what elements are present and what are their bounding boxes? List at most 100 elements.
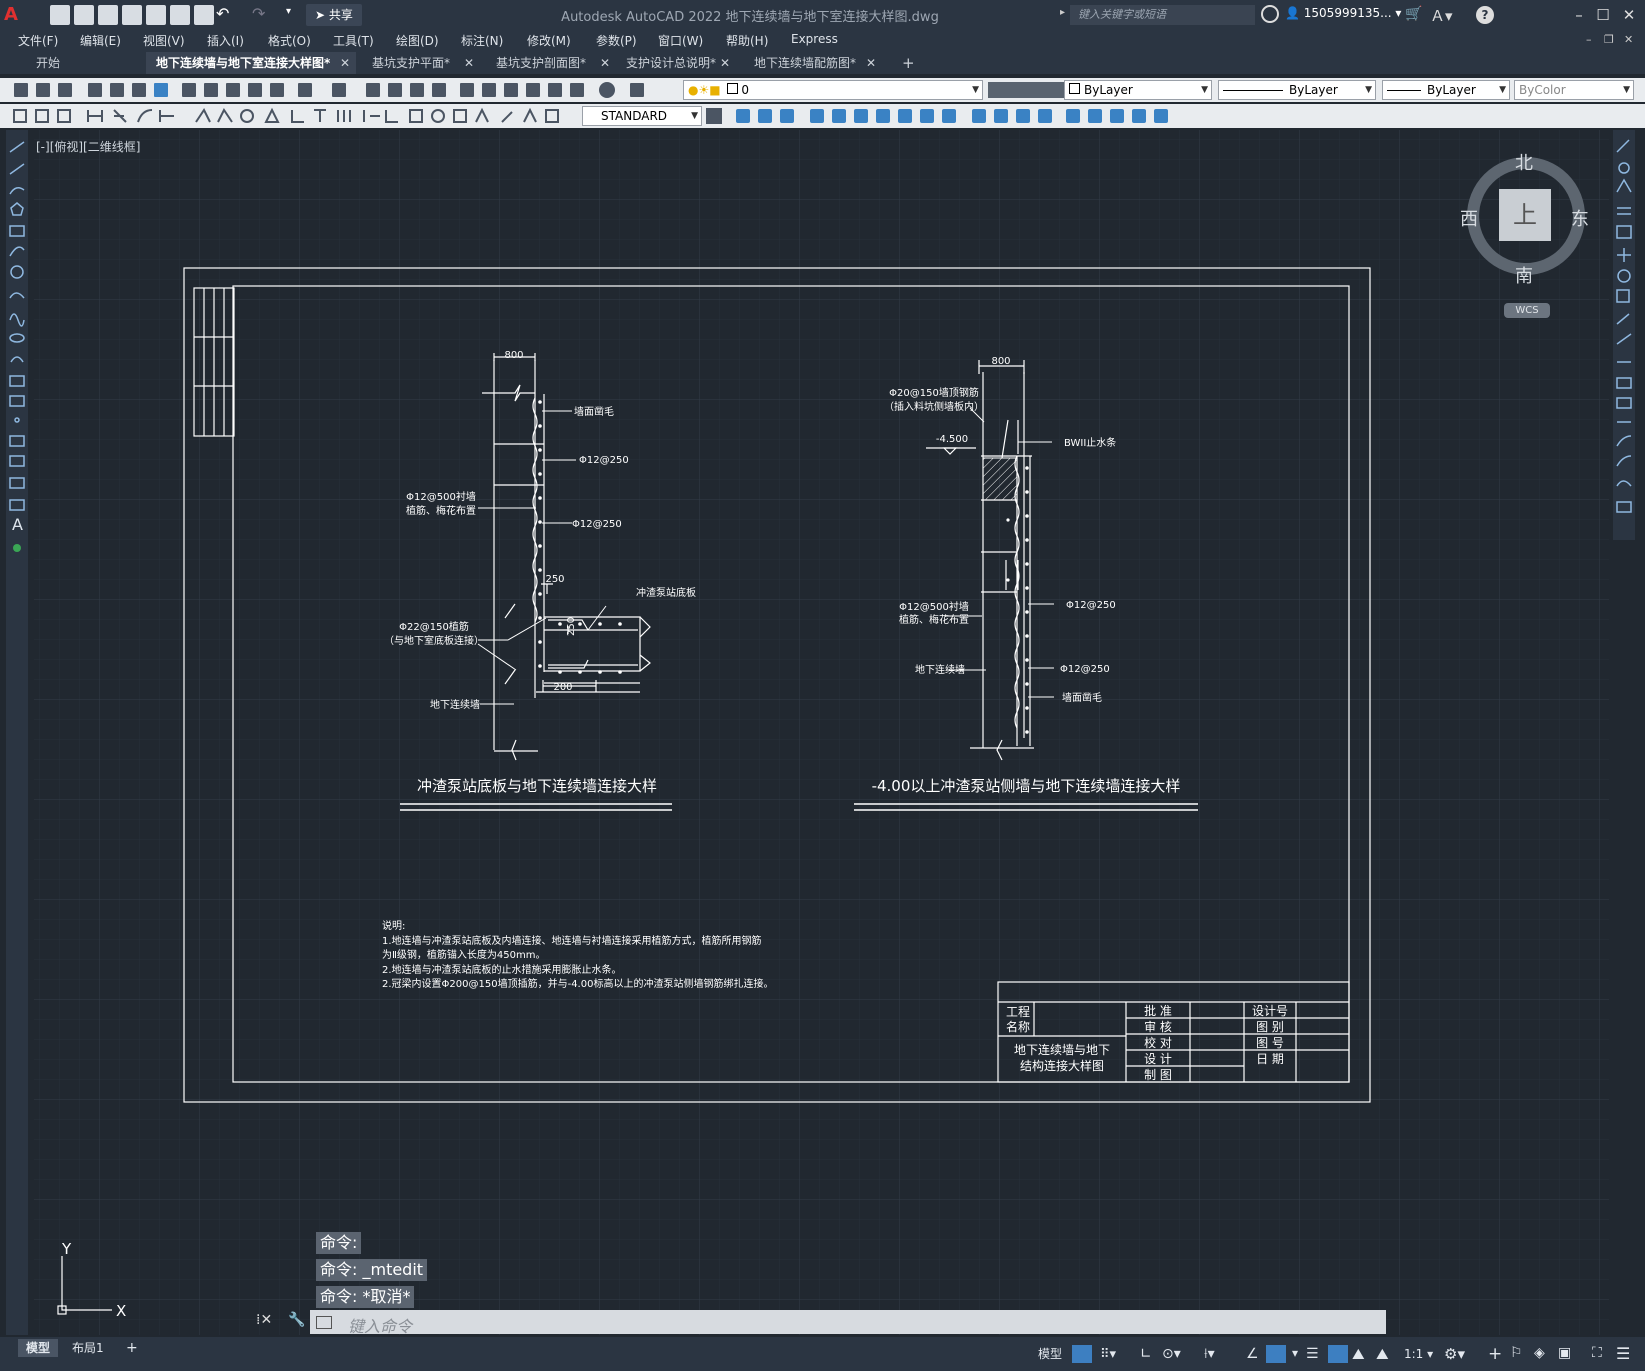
snap-toggle-icon[interactable]: ⠿▾ <box>1100 1347 1116 1362</box>
isodraft-icon[interactable]: ⟊▾ <box>1204 1346 1215 1362</box>
annotation-scale-icon[interactable]: ⛰ <box>1376 1345 1389 1363</box>
clean-screen-icon[interactable]: ▣ <box>1558 1345 1571 1361</box>
compass-west[interactable]: 西 <box>1460 205 1478 231</box>
workspace-gear-icon[interactable]: ⚙▾ <box>1444 1345 1465 1363</box>
save-icon[interactable] <box>98 5 118 25</box>
search-icon[interactable] <box>1261 5 1279 23</box>
isolate-objects-icon[interactable]: ⚐ <box>1510 1345 1523 1361</box>
polar-toggle-icon[interactable]: ⊙▾ <box>1162 1346 1181 1362</box>
linetype-combo[interactable]: ByLayer ▼ <box>1218 80 1376 100</box>
fullscreen-icon[interactable]: ⛶ <box>1592 1345 1602 1361</box>
lineweight-toggle-icon[interactable]: ☰ <box>1306 1346 1319 1362</box>
auto-scale-icon[interactable]: ⛰ <box>1352 1345 1365 1363</box>
close-command-icon[interactable]: ⁞✕ <box>256 1312 272 1328</box>
close-icon[interactable]: ✕ <box>1618 4 1640 26</box>
tab-label: 地下连续墙与地下室连接大样图* <box>156 56 331 70</box>
undo-icon[interactable]: ↶ <box>216 4 229 23</box>
doc-minimize-icon[interactable]: – <box>1586 33 1592 46</box>
new-file-icon[interactable] <box>50 5 70 25</box>
tab-connection-detail[interactable]: 地下连续墙与地下室连接大样图* ✕ <box>146 52 356 74</box>
search-input[interactable]: 键入关键字或短语 <box>1070 5 1255 25</box>
dim-update-icon[interactable] <box>706 108 722 124</box>
modify-palette-icons[interactable] <box>1613 130 1635 540</box>
tab-close-icon[interactable]: ✕ <box>866 52 876 74</box>
new-tab-button[interactable]: + <box>892 52 918 74</box>
menu-view[interactable]: 视图(V) <box>143 32 185 49</box>
autodesk-a360-icon[interactable]: Ａ▾ <box>1430 5 1453 26</box>
layer-tools-icons[interactable] <box>988 82 1064 98</box>
compass-north[interactable]: 北 <box>1515 149 1533 175</box>
object-snap-tracking-icon[interactable]: ∠ <box>1246 1346 1259 1362</box>
menu-format[interactable]: 格式(O) <box>268 32 311 49</box>
text-style-combo[interactable]: STANDARD ▼ <box>582 106 702 126</box>
redo-icon[interactable]: ↷ <box>252 4 265 23</box>
dimension-toolbar-icons[interactable] <box>10 106 580 126</box>
qat-dropdown-icon[interactable]: ▾ <box>286 6 291 17</box>
ortho-toggle-icon[interactable]: ∟ <box>1140 1346 1152 1362</box>
draw-palette-icons[interactable]: A <box>6 130 28 580</box>
menu-help[interactable]: 帮助(H) <box>726 32 768 49</box>
customization-menu-icon[interactable]: ☰ <box>1616 1344 1630 1363</box>
search-expand-icon[interactable]: ▸ <box>1060 7 1065 18</box>
annotation-visibility-icon[interactable] <box>1328 1345 1348 1363</box>
open-file-icon[interactable] <box>74 5 94 25</box>
object-snap-icon[interactable] <box>1266 1345 1286 1363</box>
tab-close-icon[interactable]: ✕ <box>340 52 350 74</box>
tab-start[interactable]: 开始 <box>26 52 136 74</box>
tab-close-icon[interactable]: ✕ <box>720 52 730 74</box>
hardware-acceleration-icon[interactable]: ◈ <box>1534 1345 1545 1361</box>
tab-pit-plan[interactable]: 基坑支护平面* ✕ <box>362 52 480 74</box>
wcs-menu[interactable]: WCS <box>1504 303 1550 318</box>
tab-reinforcement[interactable]: 地下连续墙配筋图* ✕ <box>744 52 882 74</box>
lineweight-combo[interactable]: ByLayer ▼ <box>1382 80 1510 100</box>
drawing-viewport[interactable]: 800 250 250 200 墙面凿毛 Φ12@250 Φ12@250 Φ12… <box>34 130 1609 1335</box>
tab-design-notes[interactable]: 支护设计总说明* ✕ <box>616 52 736 74</box>
menu-parametric[interactable]: 参数(P) <box>596 32 637 49</box>
plus-icon[interactable]: + <box>1488 1344 1502 1364</box>
grid-toggle-icon[interactable] <box>1072 1345 1092 1363</box>
doc-restore-icon[interactable]: ❐ <box>1604 33 1614 46</box>
user-account[interactable]: 👤 1505999135... ▾ <box>1285 6 1401 20</box>
help-icon[interactable]: ? <box>1476 6 1494 24</box>
web-mobile-save-icon[interactable] <box>170 5 190 25</box>
autocad-logo-icon[interactable]: A <box>4 4 34 26</box>
compass-south[interactable]: 南 <box>1515 262 1533 288</box>
standard-toolbar-icons[interactable] <box>10 80 670 100</box>
menu-draw[interactable]: 绘图(D) <box>396 32 439 49</box>
menu-tools[interactable]: 工具(T) <box>333 32 374 49</box>
scale-dropdown[interactable]: 1:1 ▾ <box>1404 1347 1433 1361</box>
color-combo[interactable]: ByLayer ▼ <box>1064 80 1212 100</box>
doc-close-icon[interactable]: ✕ <box>1624 33 1633 46</box>
tab-pit-section[interactable]: 基坑支护剖面图* ✕ <box>486 52 616 74</box>
menu-insert[interactable]: 插入(I) <box>207 32 244 49</box>
menu-modify[interactable]: 修改(M) <box>527 32 571 49</box>
menu-file[interactable]: 文件(F) <box>18 32 58 49</box>
viewcube-top-face[interactable]: 上 <box>1499 189 1551 241</box>
customize-command-icon[interactable]: 🔧 <box>288 1312 305 1328</box>
plot-icon[interactable] <box>194 5 214 25</box>
layer-combo[interactable]: ●☀■ 0 ▼ <box>683 80 983 100</box>
minimize-icon[interactable]: – <box>1568 4 1590 26</box>
tab-close-icon[interactable]: ✕ <box>600 52 610 74</box>
viewport-controls-label[interactable]: [-][俯视][二维线框] <box>36 138 140 155</box>
plotstyle-combo[interactable]: ByColor ▼ <box>1514 80 1634 100</box>
save-as-icon[interactable] <box>122 5 142 25</box>
cart-icon[interactable]: 🛒 <box>1405 6 1422 22</box>
add-layout-button[interactable]: + <box>118 1339 146 1357</box>
osnap-dropdown-icon[interactable]: ▾ <box>1292 1346 1298 1360</box>
share-button[interactable]: ➤ 共享 <box>306 4 362 26</box>
menu-express[interactable]: Express <box>791 32 838 46</box>
command-input[interactable] <box>310 1310 1386 1334</box>
command-prompt-icon[interactable] <box>316 1316 332 1329</box>
tab-layout1[interactable]: 布局1 <box>64 1339 112 1357</box>
menu-window[interactable]: 窗口(W) <box>658 32 703 49</box>
model-space-toggle[interactable]: 模型 <box>1030 1345 1070 1363</box>
menu-edit[interactable]: 编辑(E) <box>80 32 121 49</box>
tab-model[interactable]: 模型 <box>18 1339 59 1357</box>
menu-dimension[interactable]: 标注(N) <box>461 32 503 49</box>
web-mobile-open-icon[interactable] <box>146 5 166 25</box>
maximize-icon[interactable]: ☐ <box>1592 4 1614 26</box>
modify-toolbar-icons[interactable] <box>736 106 1216 126</box>
tab-close-icon[interactable]: ✕ <box>464 52 474 74</box>
compass-east[interactable]: 东 <box>1571 205 1589 231</box>
